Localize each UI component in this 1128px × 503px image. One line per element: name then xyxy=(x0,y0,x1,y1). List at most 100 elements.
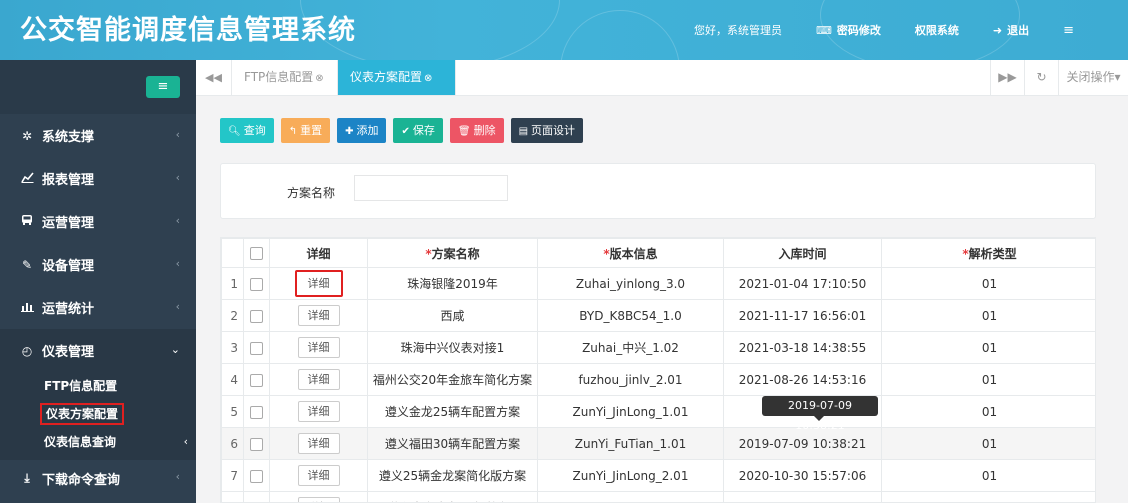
bars-icon[interactable]: ≡ xyxy=(146,76,180,98)
row-select[interactable] xyxy=(243,267,270,300)
logout-link[interactable]: ➜ 退出 xyxy=(993,22,1029,38)
table-row[interactable]: 6 详细 遵义福田30辆车配置方案 ZunYi_FuTian_1.01 2019… xyxy=(221,427,1095,460)
sidebar-toggle-row: ≡ xyxy=(0,60,196,114)
row-detail-cell: 详细 xyxy=(269,267,368,300)
sidebar-item-meter-management[interactable]: ◴ 仪表管理 ⌄ xyxy=(0,329,196,372)
header-storage-time[interactable]: 入库时间 xyxy=(723,238,882,268)
row-select[interactable] xyxy=(243,427,270,460)
row-checkbox[interactable] xyxy=(250,405,263,419)
permission-system-link[interactable]: 权限系统 xyxy=(915,22,959,38)
cell-scheme-name: 福州公交20年金旅车简化方案 xyxy=(367,363,538,396)
tab-tools: ▶▶ ↻ 关闭操作▾ xyxy=(990,60,1128,95)
table-row[interactable]: 4 详细 福州公交20年金旅车简化方案 fuzhou_jinlv_2.01 20… xyxy=(221,363,1095,396)
header-version[interactable]: *版本信息 xyxy=(537,238,724,268)
tab-ftp-config[interactable]: FTP信息配置 ⊗ xyxy=(232,60,338,95)
row-number: 3 xyxy=(221,331,244,364)
detail-button[interactable]: 详细 xyxy=(297,465,340,486)
row-checkbox[interactable] xyxy=(250,437,263,451)
scroll-left-icon[interactable]: ◀◀ xyxy=(196,60,232,95)
cell-parse-type: 01 xyxy=(881,491,1095,502)
table-row[interactable]: 3 详细 珠海中兴仪表对接1 Zuhai_中兴_1.02 2021-03-18 … xyxy=(221,331,1095,364)
detail-button[interactable]: 详细 xyxy=(297,305,340,326)
sidebar-item-download-command-query[interactable]: ⤓ 下载命令查询 ‹ xyxy=(0,460,196,496)
sidebar-item-operation-management[interactable]: 运营管理 ‹ xyxy=(0,200,196,243)
table-row[interactable]: 5 详细 遵义金龙25辆车配置方案 ZunYi_JinLong_1.01 201… xyxy=(221,395,1095,428)
cell-parse-type: 01 xyxy=(881,427,1095,460)
header-nav: 您好，系统管理员 ⌨ 密码修改 权限系统 ➜ 退出 ≡ xyxy=(694,0,1128,60)
row-number: 6 xyxy=(221,427,244,460)
header-select-all[interactable] xyxy=(243,238,270,268)
toolbar: 🔍︎ 查询 ↰ 重置 ✚ 添加 ✔ 保存 🗑︎ 删除 ▤ 页面设计 xyxy=(220,118,590,143)
row-select[interactable] xyxy=(243,491,270,502)
detail-button[interactable]: 详细 xyxy=(297,369,340,390)
keyboard-icon: ⌨ xyxy=(815,23,832,37)
row-number: 7 xyxy=(221,459,244,492)
header-scheme-name[interactable]: *方案名称 xyxy=(367,238,538,268)
row-select[interactable] xyxy=(243,331,270,364)
header-parse-type[interactable]: *解析类型 xyxy=(881,238,1095,268)
table-row[interactable]: 2 详细 西咸 BYD_K8BC54_1.0 2021-11-17 16:56:… xyxy=(221,299,1095,332)
cell-parse-type: 01 xyxy=(881,459,1095,492)
cell-storage-time: 2020-10-31 17:16:55 xyxy=(723,491,882,502)
reset-button[interactable]: ↰ 重置 xyxy=(280,118,331,143)
app-title: 公交智能调度信息管理系统 xyxy=(20,15,356,46)
line-chart-icon xyxy=(20,171,34,186)
row-select[interactable] xyxy=(243,363,270,396)
scheme-table: 详细 *方案名称 *版本信息 入库时间 *解析类型 1 详细 珠海银隆2019年… xyxy=(220,237,1096,503)
header-row-number xyxy=(221,238,244,268)
refresh-icon[interactable]: ↻ xyxy=(1024,60,1058,95)
table-row[interactable]: 1 详细 珠海银隆2019年 Zuhai_yinlong_3.0 2021-01… xyxy=(221,267,1095,300)
row-select[interactable] xyxy=(243,299,270,332)
download-icon: ⤓ xyxy=(24,470,30,485)
detail-button[interactable]: 详细 xyxy=(297,433,340,454)
detail-button[interactable]: 详细 xyxy=(297,337,340,358)
sidebar-item-device-management[interactable]: ✎ 设备管理 ‹ xyxy=(0,243,196,286)
chevron-left-icon: ‹ xyxy=(175,257,180,270)
row-select[interactable] xyxy=(243,459,270,492)
search-icon: 🔍︎ xyxy=(228,126,241,137)
sidebar-subitem-ftp-config[interactable]: FTP信息配置 xyxy=(0,372,196,400)
close-operations-dropdown[interactable]: 关闭操作▾ xyxy=(1058,60,1128,95)
cell-parse-type: 01 xyxy=(881,299,1095,332)
sidebar-item-system-support[interactable]: ✲ 系统支撑 ‹ xyxy=(0,114,196,157)
add-button[interactable]: ✚ 添加 xyxy=(337,118,387,143)
scroll-right-icon[interactable]: ▶▶ xyxy=(990,60,1024,95)
row-checkbox[interactable] xyxy=(250,341,263,355)
detail-button[interactable]: 详细 xyxy=(294,270,343,297)
cell-storage-time: 2020-10-30 15:57:06 xyxy=(723,459,882,492)
table-row[interactable]: 7 详细 遵义25辆金龙案简化版方案 ZunYi_JinLong_2.01 20… xyxy=(221,459,1095,492)
delete-button[interactable]: 🗑︎ 删除 xyxy=(449,118,504,143)
row-checkbox[interactable] xyxy=(250,373,263,387)
cell-version: ZUNYI_JINLONG_3.01 xyxy=(537,491,724,502)
search-panel: 方案名称 xyxy=(220,163,1096,219)
submenu-meter-management: FTP信息配置 仪表方案配置 仪表信息查询 ‹ xyxy=(0,372,196,460)
bar-chart-icon xyxy=(20,301,34,315)
row-checkbox[interactable] xyxy=(250,309,263,323)
change-password-link[interactable]: ⌨ 密码修改 xyxy=(816,22,881,38)
scheme-name-input[interactable] xyxy=(354,175,508,201)
cell-scheme-name: 珠海中兴仪表对接1 xyxy=(367,331,538,364)
sidebar-item-report-management[interactable]: 报表管理 ‹ xyxy=(0,157,196,200)
query-button[interactable]: 🔍︎ 查询 xyxy=(220,118,274,143)
row-checkbox[interactable] xyxy=(250,277,263,291)
table-row[interactable]: 8 详细 遵义南京金龙25辆简化2 ZUNYI_JINLONG_3.01 202… xyxy=(221,491,1095,502)
close-icon[interactable]: ⊗ xyxy=(424,73,432,84)
close-icon[interactable]: ⊗ xyxy=(315,73,323,84)
save-button[interactable]: ✔ 保存 xyxy=(393,118,443,143)
page-design-button[interactable]: ▤ 页面设计 xyxy=(510,118,584,143)
sidebar-subitem-meter-scheme-config[interactable]: 仪表方案配置 xyxy=(0,400,196,428)
tab-meter-scheme-config[interactable]: 仪表方案配置 ⊗ xyxy=(338,60,456,95)
table-header-row: 详细 *方案名称 *版本信息 入库时间 *解析类型 xyxy=(221,238,1095,268)
detail-button[interactable]: 详细 xyxy=(297,497,340,502)
hamburger-icon[interactable]: ≡ xyxy=(1063,23,1074,38)
row-checkbox[interactable] xyxy=(250,469,263,483)
sidebar-item-operation-statistics[interactable]: 运营统计 ‹ xyxy=(0,286,196,329)
cell-version: ZunYi_JinLong_2.01 xyxy=(537,459,724,492)
cell-version: fuzhou_jinlv_2.01 xyxy=(537,363,724,396)
select-all-checkbox[interactable] xyxy=(250,247,263,260)
row-number: 4 xyxy=(221,363,244,396)
sidebar-subitem-meter-info-query[interactable]: 仪表信息查询 ‹ xyxy=(0,428,196,456)
row-select[interactable] xyxy=(243,395,270,428)
detail-button[interactable]: 详细 xyxy=(297,401,340,422)
header-detail: 详细 xyxy=(269,238,368,268)
